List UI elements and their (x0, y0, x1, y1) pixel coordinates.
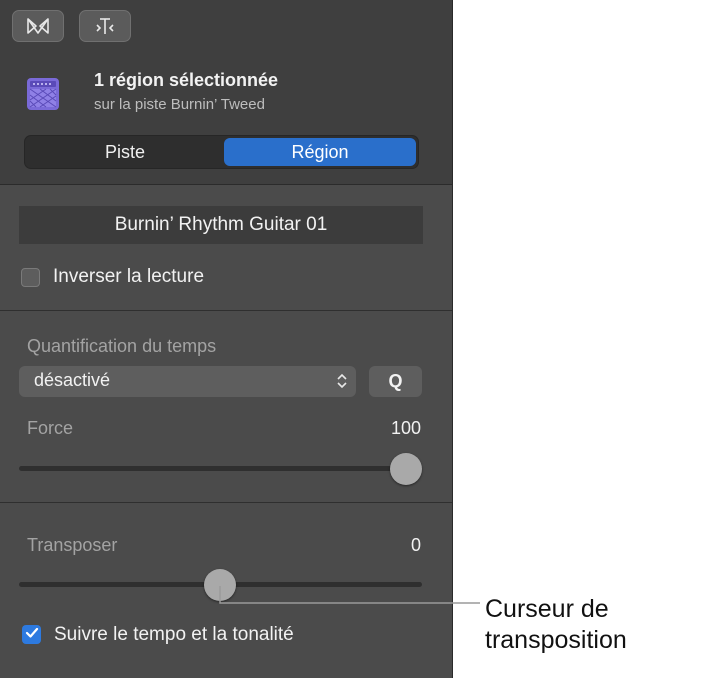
callout-text: Curseur de transposition (485, 594, 627, 656)
callout-line (219, 586, 480, 604)
callout-line-2: transposition (485, 626, 627, 654)
callout-line-1: Curseur de (485, 595, 609, 623)
